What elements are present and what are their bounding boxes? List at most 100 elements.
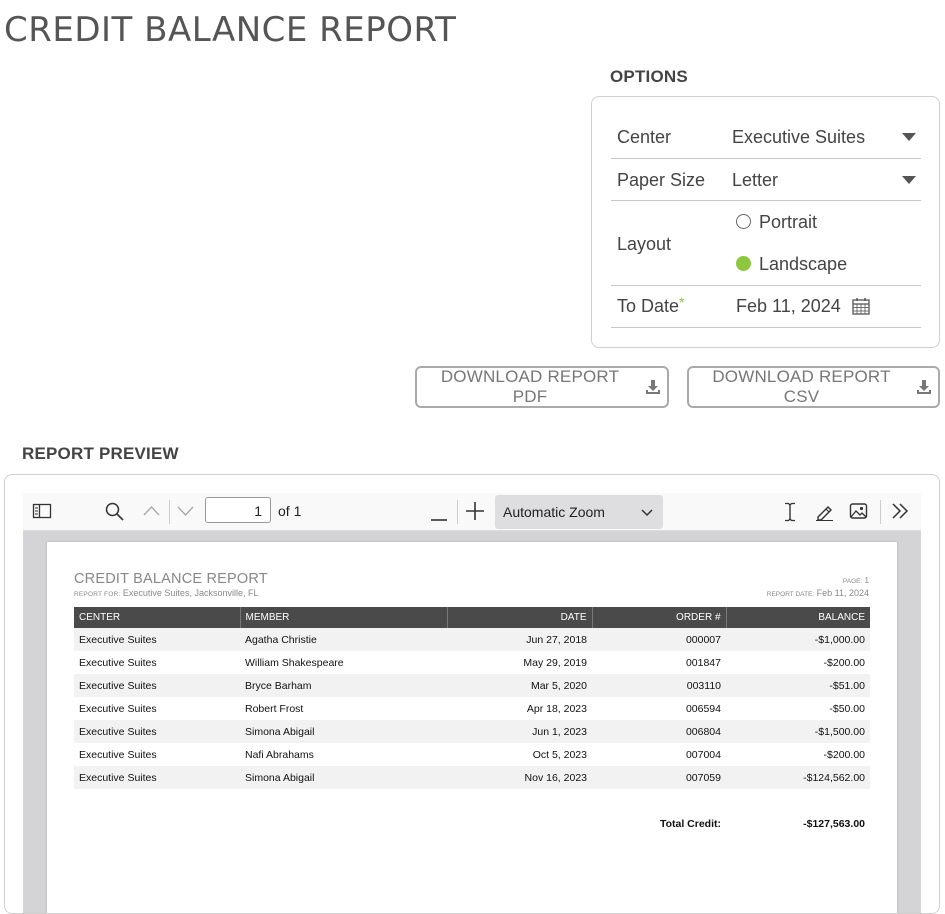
total-credit-label: Total Credit: [659, 818, 721, 830]
table-cell: 006594 [685, 702, 721, 715]
required-mark: * [679, 294, 685, 310]
column-header: ORDER # [592, 607, 727, 628]
table-cell: 001847 [685, 656, 721, 669]
center-label: Center [617, 127, 672, 147]
center-select[interactable]: Center Executive Suites [611, 116, 921, 159]
table-cell: 000007 [592, 628, 726, 651]
table-cell: Oct 5, 2023 [532, 748, 587, 761]
calendar-icon[interactable] [852, 297, 870, 320]
table-cell: 006804 [592, 720, 726, 743]
previous-page-icon[interactable] [143, 504, 160, 523]
report-page: CREDIT BALANCE REPORT REPORT FOR: Execut… [47, 542, 897, 913]
table-row: Executive Suites Robert Frost Apr 18, 2023… [74, 697, 870, 720]
table-cell: Jun 27, 2018 [447, 628, 592, 651]
center-value: Executive Suites [732, 127, 866, 147]
table-cell: 003110 [592, 674, 726, 697]
table-cell: -$1,000.00 [726, 628, 870, 651]
text-select-icon[interactable] [783, 502, 797, 527]
table-cell: -$51.00 [726, 674, 870, 697]
table-cell: -$200.00 [823, 656, 865, 669]
download-csv-button[interactable]: DOWNLOAD REPORT CSV [687, 366, 940, 408]
page-number-input[interactable] [205, 497, 271, 523]
download-icon [916, 379, 932, 395]
report-title: CREDIT BALANCE REPORT [74, 571, 268, 587]
options-title: OPTIONS [610, 67, 688, 86]
portrait-radio[interactable] [736, 214, 751, 229]
column-header: MEMBER [240, 607, 448, 628]
table-row: Executive Suites Nafi Abrahams Oct 5, 2023… [74, 743, 870, 766]
to-date-value: Feb 11, 2024 [736, 296, 841, 316]
pdf-toolbar: of 1 Automatic Zoom [23, 493, 921, 531]
report-page-number: PAGE: 1 [842, 576, 869, 585]
preview-title: REPORT PREVIEW [22, 444, 179, 463]
table-cell: Nafi Abrahams [245, 748, 314, 761]
table-cell: Jun 1, 2023 [447, 720, 592, 743]
portrait-label: Portrait [759, 212, 818, 232]
search-icon[interactable] [105, 502, 124, 526]
to-date-label: To Date* [617, 294, 685, 316]
column-header: BALANCE [726, 607, 870, 628]
table-row: Executive Suites Simona Abigail Jun 1, 202… [74, 720, 870, 743]
chevron-down-icon [902, 176, 916, 184]
landscape-radio[interactable] [736, 256, 751, 271]
zoom-in-icon[interactable] [466, 502, 484, 525]
report-for: REPORT FOR: Executive Suites, Jacksonvil… [74, 588, 259, 598]
download-pdf-label: DOWNLOAD REPORT PDF [440, 367, 620, 406]
next-page-icon[interactable] [177, 504, 194, 523]
table-cell: Mar 5, 2020 [447, 674, 592, 697]
layout-option-landscape[interactable]: Landscape [736, 251, 886, 277]
layout-option-portrait[interactable]: Portrait [736, 209, 886, 235]
table-row: Executive Suites Bryce Barham Mar 5, 2020 0… [74, 674, 870, 697]
report-date: REPORT DATE: Feb 11, 2024 [766, 588, 869, 598]
table-cell: Executive Suites [74, 720, 240, 743]
table-cell: -$50.00 [829, 702, 865, 715]
image-icon[interactable] [849, 502, 868, 525]
chevron-down-icon [641, 505, 653, 521]
table-cell: Bryce Barham [240, 674, 447, 697]
table-row: Executive Suites Simona Abigail Nov 16, 20… [74, 766, 870, 789]
paper-size-label: Paper Size [617, 170, 706, 190]
chevron-down-icon [902, 133, 916, 141]
table-cell: 007059 [592, 766, 726, 789]
table-cell: Executive Suites [74, 674, 240, 697]
paper-size-select[interactable]: Paper Size Letter [611, 159, 921, 201]
layout-label: Layout [617, 234, 672, 254]
draw-icon[interactable] [815, 502, 834, 526]
table-cell: Executive Suites [74, 628, 240, 651]
table-cell: Robert Frost [245, 702, 304, 715]
table-cell: 007004 [685, 748, 721, 761]
total-credit-value: -$127,563.00 [803, 818, 865, 830]
double-chevron-right-icon[interactable] [891, 503, 909, 524]
report-table: CENTER MEMBER DATE ORDER # BALANCE Execu… [74, 607, 870, 789]
table-cell: William Shakespeare [245, 656, 344, 669]
table-cell: -$124,562.00 [726, 766, 870, 789]
download-icon [645, 379, 661, 395]
zoom-select-value: Automatic Zoom [503, 504, 605, 520]
page-count-label: of 1 [278, 503, 302, 519]
table-cell: Executive Suites [79, 656, 157, 669]
page-title: CREDIT BALANCE REPORT [4, 10, 457, 50]
pdf-viewer: of 1 Automatic Zoom CREDIT BALANCE REP [23, 493, 921, 913]
zoom-out-icon[interactable] [431, 509, 447, 527]
table-cell: May 29, 2019 [523, 656, 587, 669]
table-cell: Agatha Christie [240, 628, 447, 651]
table-cell: Nov 16, 2023 [447, 766, 592, 789]
table-cell: Simona Abigail [240, 766, 447, 789]
table-row: Executive Suites Agatha Christie Jun 27, 2… [74, 628, 870, 651]
table-cell: Simona Abigail [240, 720, 447, 743]
layout-group: Layout Portrait Landscape [611, 201, 921, 286]
landscape-label: Landscape [759, 254, 848, 274]
paper-size-value: Letter [732, 170, 779, 190]
table-cell: -$1,500.00 [726, 720, 870, 743]
download-csv-label: DOWNLOAD REPORT CSV [712, 367, 891, 406]
table-cell: Apr 18, 2023 [526, 702, 587, 715]
options-panel: Center Executive Suites Paper Size Lette… [591, 96, 940, 348]
download-pdf-button[interactable]: DOWNLOAD REPORT PDF [415, 366, 669, 408]
table-cell: Executive Suites [79, 748, 157, 761]
to-date-field[interactable]: To Date* Feb 11, 2024 [611, 286, 921, 328]
table-cell: Executive Suites [79, 702, 157, 715]
zoom-select[interactable]: Automatic Zoom [495, 495, 663, 529]
column-header: DATE [447, 607, 593, 628]
column-header: CENTER [74, 607, 241, 628]
sidebar-toggle-icon[interactable] [32, 502, 52, 525]
